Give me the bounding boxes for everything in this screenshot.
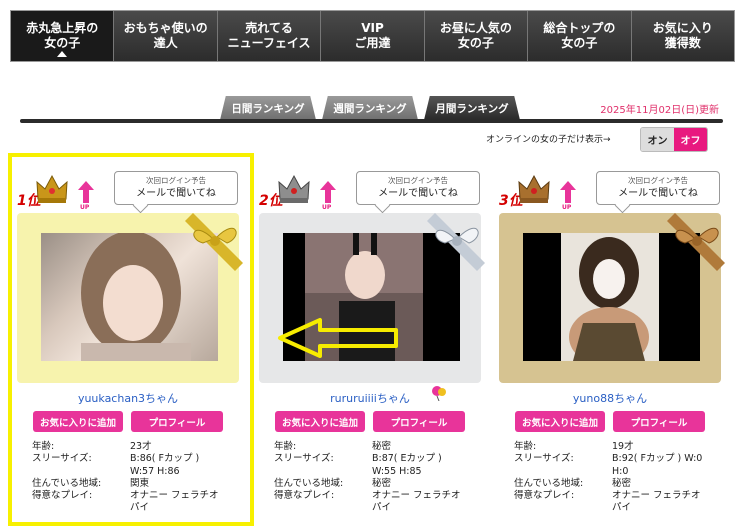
gold-crown-icon — [36, 174, 68, 203]
stat-key: 得意なプレイ: — [32, 490, 93, 502]
stat-value: B:92( Fカップ ) W:0 — [612, 453, 703, 465]
stat-key: 得意なプレイ: — [514, 490, 575, 502]
stat-value: オナニー フェラチオ パイ — [130, 490, 219, 514]
profile-button[interactable]: プロフィール — [373, 411, 465, 432]
nav-line2: 女の子 — [457, 36, 494, 50]
stat-key: 得意なプレイ: — [274, 490, 335, 502]
nav-line1: お気に入り — [652, 21, 713, 35]
up-label: UP — [322, 204, 332, 211]
nav-line1: VIP — [361, 21, 384, 35]
stat-key: スリーサイズ: — [32, 453, 92, 465]
ribbon-icon — [185, 213, 243, 271]
stat-key: スリーサイズ: — [514, 453, 574, 465]
stat-value: 秘密 — [612, 477, 632, 489]
next-login-text: メールで聞いてね — [618, 188, 698, 199]
stat-key: 住んでいる地域: — [274, 477, 344, 489]
silver-crown-icon — [278, 174, 310, 203]
category-nav: 赤丸急上昇の 女の子 おもちゃ使いの 達人 売れてる ニューフェイス VIP ご… — [10, 10, 735, 62]
up-label: UP — [80, 204, 90, 211]
stat-value: 関東 — [130, 477, 150, 489]
nav-item-vip[interactable]: VIP ご用達 — [321, 11, 425, 61]
stat-value: W:55 H:85 — [372, 465, 422, 477]
stat-value: W:57 H:86 — [130, 465, 180, 477]
profile-button[interactable]: プロフィール — [131, 411, 223, 432]
next-login-title: 次回ログイン予告 — [146, 176, 206, 185]
photo-frame — [17, 213, 243, 383]
online-filter-label: オンラインの女の子だけ表示→ — [486, 135, 611, 145]
girl-name-link[interactable]: yuukachan3ちゃん — [17, 390, 239, 406]
stat-key: 住んでいる地域: — [514, 477, 584, 489]
nav-line1: お昼に人気の — [439, 21, 512, 35]
next-login-text: メールで聞いてね — [378, 188, 458, 199]
stat-key: 年齢: — [274, 441, 297, 452]
stat-value: 秘密 — [372, 477, 392, 489]
stat-value: 23才 — [130, 441, 152, 452]
tab-weekly[interactable]: 週間ランキング — [322, 96, 418, 120]
nav-item-rising[interactable]: 赤丸急上昇の 女の子 — [11, 11, 115, 61]
ribbon-icon — [427, 213, 485, 271]
girl-name-link[interactable]: rururuiiiiちゃん — [259, 390, 481, 406]
toggle-off[interactable]: オフ — [674, 128, 707, 151]
active-caret-icon — [57, 51, 68, 57]
ranking-page: 赤丸急上昇の 女の子 おもちゃ使いの 達人 売れてる ニューフェイス VIP ご… — [0, 0, 743, 531]
stat-value: オナニー フェラチオ パイ — [372, 490, 461, 514]
stat-key: スリーサイズ: — [274, 453, 334, 465]
profile-stats: 年齢: 19才 スリーサイズ: B:92( Fカップ ) W:0 H:0 住んでいる… — [514, 441, 712, 515]
profile-stats: 年齢: 23才 スリーサイズ: B:86( Fカップ ) W:57 H:86 住んで… — [32, 441, 230, 515]
nav-line1: 売れてる — [245, 21, 293, 35]
nav-line2: 女の子 — [44, 36, 81, 50]
add-favorite-button[interactable]: お気に入りに追加 — [275, 411, 365, 432]
next-login-title: 次回ログイン予告 — [628, 176, 688, 185]
nav-item-favorites[interactable]: お気に入り 獲得数 — [631, 11, 734, 61]
profile-stats: 年齢: 秘密 スリーサイズ: B:87( Eカップ ) W:55 H:85 住んでい… — [274, 441, 472, 515]
nav-item-toys[interactable]: おもちゃ使いの 達人 — [114, 11, 218, 61]
next-login-box: 次回ログイン予告 メールで聞いてね — [596, 171, 720, 205]
nav-line2: 女の子 — [561, 36, 598, 50]
balloon-icon — [432, 386, 446, 401]
nav-line1: 赤丸急上昇の — [26, 21, 99, 35]
stat-key: 住んでいる地域: — [32, 477, 102, 489]
photo-frame — [499, 213, 725, 383]
stat-value: 秘密 — [372, 441, 392, 452]
annotation-arrow-icon — [278, 318, 398, 358]
bronze-crown-icon — [518, 174, 550, 203]
stat-key — [32, 466, 130, 478]
tab-daily[interactable]: 日間ランキング — [220, 96, 316, 120]
next-login-box: 次回ログイン予告 メールで聞いてね — [114, 171, 238, 205]
next-login-text: メールで聞いてね — [136, 188, 216, 199]
nav-line2: ご用達 — [354, 36, 391, 50]
stat-value: H:0 — [612, 465, 629, 477]
add-favorite-button[interactable]: お気に入りに追加 — [515, 411, 605, 432]
nav-line2: ニューフェイス — [227, 36, 311, 50]
stat-value: オナニー フェラチオ パイ — [612, 490, 701, 514]
add-favorite-button[interactable]: お気に入りに追加 — [33, 411, 123, 432]
stat-key — [514, 466, 612, 478]
ribbon-icon — [667, 213, 725, 271]
nav-line2: 獲得数 — [664, 36, 701, 50]
nav-item-newface[interactable]: 売れてる ニューフェイス — [217, 11, 322, 61]
stat-key: 年齢: — [514, 441, 537, 452]
next-login-title: 次回ログイン予告 — [388, 176, 448, 185]
nav-item-overall-top[interactable]: 総合トップの 女の子 — [528, 11, 632, 61]
up-label: UP — [562, 204, 572, 211]
nav-line2: 達人 — [153, 36, 178, 50]
stat-key — [274, 466, 372, 478]
updated-date: 2025年11月02日(日)更新 — [600, 105, 719, 116]
stat-key: 年齢: — [32, 441, 55, 452]
nav-line1: おもちゃ使いの — [123, 21, 208, 35]
stat-value: 19才 — [612, 441, 634, 452]
toggle-on[interactable]: オン — [641, 128, 674, 151]
next-login-box: 次回ログイン予告 メールで聞いてね — [356, 171, 480, 205]
nav-item-daytime[interactable]: お昼に人気の 女の子 — [424, 11, 529, 61]
online-filter-toggle[interactable]: オン オフ — [640, 127, 708, 152]
tab-monthly[interactable]: 月間ランキング — [424, 96, 520, 120]
girl-name-link[interactable]: yuno88ちゃん — [499, 390, 721, 406]
period-tabs: 日間ランキング 週間ランキング 月間ランキング — [220, 96, 520, 120]
stat-value: B:87( Eカップ ) — [372, 453, 442, 465]
tab-underline — [20, 119, 723, 123]
nav-line1: 総合トップの — [543, 21, 616, 35]
profile-button[interactable]: プロフィール — [613, 411, 705, 432]
stat-value: B:86( Fカップ ) — [130, 453, 200, 465]
